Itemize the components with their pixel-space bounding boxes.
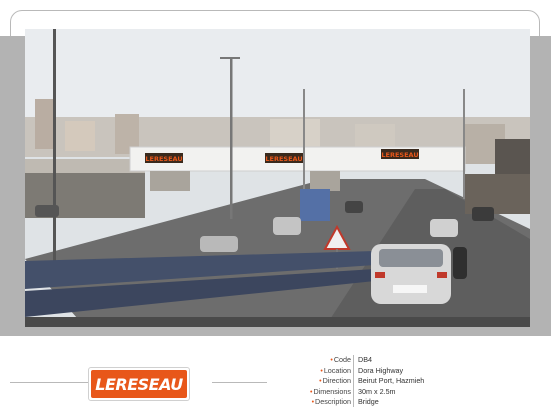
bridge-sign: LERESEAU bbox=[381, 149, 419, 159]
spec-value: Dora Highway bbox=[358, 365, 404, 375]
spec-row-description: •Description Bridge bbox=[305, 397, 533, 407]
spec-row-location: •Location Dora Highway bbox=[305, 365, 533, 377]
billboard-photo: LERESEAU LERESEAU LERESEAU bbox=[25, 29, 530, 327]
bridge-sign: LERESEAU bbox=[145, 153, 183, 163]
spec-value: 30m x 2.5m bbox=[358, 386, 396, 396]
spec-label: Code bbox=[333, 355, 351, 364]
spec-row-code: •Code DB4 bbox=[305, 355, 533, 366]
bullet-icon: • bbox=[330, 357, 333, 364]
spec-label: Description bbox=[315, 397, 351, 407]
bullet-icon: • bbox=[311, 399, 315, 407]
bullet-icon: • bbox=[319, 378, 322, 386]
svg-text:LERESEAU: LERESEAU bbox=[381, 151, 418, 159]
logo-divider-left bbox=[10, 382, 88, 383]
spec-list: •Code DB4 •Location Dora Highway •Direct… bbox=[305, 355, 533, 407]
spec-row-dimensions: •Dimensions 30m x 2.5m bbox=[305, 386, 533, 398]
logo-divider-right bbox=[212, 382, 267, 383]
svg-text:LERESEAU: LERESEAU bbox=[265, 155, 302, 163]
brand-logo-text: LERESEAU bbox=[91, 370, 187, 398]
bridge-sign: LERESEAU bbox=[265, 153, 303, 163]
spec-value: Beirut Port, Hazmieh bbox=[358, 376, 425, 386]
spec-label: Location bbox=[323, 365, 351, 375]
brand-logo: LERESEAU bbox=[88, 367, 190, 401]
spec-label: Dimensions bbox=[313, 386, 351, 396]
bullet-icon: • bbox=[320, 367, 323, 375]
svg-text:LERESEAU: LERESEAU bbox=[145, 155, 182, 163]
spec-value: DB4 bbox=[358, 355, 372, 364]
spec-value: Bridge bbox=[358, 397, 379, 407]
spec-label: Direction bbox=[322, 376, 351, 386]
spec-row-direction: •Direction Beirut Port, Hazmieh bbox=[305, 376, 533, 387]
